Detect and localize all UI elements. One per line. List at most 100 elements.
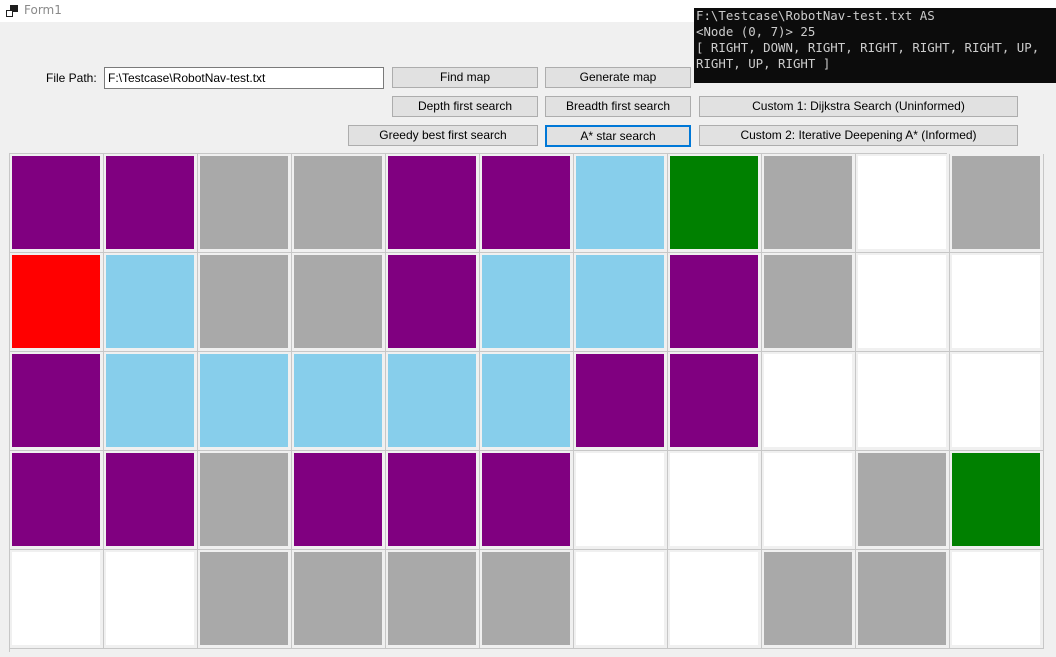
grid-cell-wall bbox=[480, 550, 574, 649]
grid-cell-fill bbox=[670, 156, 758, 249]
app-window-icon bbox=[6, 5, 18, 17]
grid-cell-explored bbox=[386, 451, 480, 550]
grid-cell-path bbox=[574, 154, 668, 253]
grid-cell-wall bbox=[762, 253, 856, 352]
grid-cell-fill bbox=[482, 453, 570, 546]
grid-cell-start bbox=[10, 253, 104, 352]
grid-cell-wall bbox=[198, 451, 292, 550]
grid-cell-empty bbox=[762, 451, 856, 550]
grid-cell-fill bbox=[670, 255, 758, 348]
grid-cell-fill bbox=[858, 552, 946, 645]
grid-cell-wall bbox=[386, 550, 480, 649]
grid-cell-fill bbox=[482, 552, 570, 645]
grid-cell-path bbox=[104, 352, 198, 451]
grid-cell-fill bbox=[952, 453, 1040, 546]
breadth-first-search-button[interactable]: Breadth first search bbox=[545, 96, 691, 117]
grid-cell-empty bbox=[574, 451, 668, 550]
grid-cell-empty bbox=[856, 253, 950, 352]
grid-cell-fill bbox=[106, 255, 194, 348]
grid-cell-explored bbox=[668, 352, 762, 451]
grid-cell-fill bbox=[764, 255, 852, 348]
grid-cell-fill bbox=[952, 354, 1040, 447]
grid-cell-empty bbox=[104, 550, 198, 649]
console-window: F:\Testcase\RobotNav-test.txt AS <Node (… bbox=[694, 8, 1056, 83]
grid-cell-wall bbox=[856, 550, 950, 649]
grid-cell-fill bbox=[858, 156, 946, 249]
grid-cell-fill bbox=[482, 156, 570, 249]
grid-cell-fill bbox=[670, 552, 758, 645]
grid-cell-fill bbox=[388, 453, 476, 546]
grid-cell-fill bbox=[858, 453, 946, 546]
grid-cell-empty bbox=[950, 352, 1044, 451]
grid-cell-explored bbox=[10, 451, 104, 550]
grid-cell-fill bbox=[576, 453, 664, 546]
greedy-best-first-search-button[interactable]: Greedy best first search bbox=[348, 125, 538, 146]
grid-cell-fill bbox=[12, 354, 100, 447]
grid-cell-fill bbox=[12, 156, 100, 249]
grid-cell-path bbox=[104, 253, 198, 352]
console-line: [ RIGHT, DOWN, RIGHT, RIGHT, RIGHT, RIGH… bbox=[696, 40, 1040, 55]
grid-cell-explored bbox=[104, 154, 198, 253]
grid-cell-fill bbox=[482, 255, 570, 348]
map-grid bbox=[9, 153, 1044, 652]
grid-cell-explored bbox=[104, 451, 198, 550]
grid-cell-fill bbox=[200, 255, 288, 348]
grid-cell-fill bbox=[388, 255, 476, 348]
grid-cell-path bbox=[574, 253, 668, 352]
grid-cell-fill bbox=[12, 255, 100, 348]
grid-cell-fill bbox=[764, 552, 852, 645]
grid-cell-explored bbox=[480, 451, 574, 550]
console-line: RIGHT, UP, RIGHT ] bbox=[696, 56, 831, 71]
grid-cell-empty bbox=[668, 550, 762, 649]
iterative-deepening-a-star-button[interactable]: Custom 2: Iterative Deepening A* (Inform… bbox=[699, 125, 1018, 146]
grid-cell-wall bbox=[198, 253, 292, 352]
grid-cell-explored bbox=[386, 154, 480, 253]
grid-cell-path bbox=[386, 352, 480, 451]
grid-cell-fill bbox=[12, 552, 100, 645]
grid-cell-explored bbox=[480, 154, 574, 253]
grid-cell-wall bbox=[856, 451, 950, 550]
grid-cell-fill bbox=[764, 354, 852, 447]
grid-cell-fill bbox=[106, 156, 194, 249]
depth-first-search-button[interactable]: Depth first search bbox=[392, 96, 538, 117]
grid-cell-fill bbox=[670, 354, 758, 447]
grid-cell-explored bbox=[10, 352, 104, 451]
grid-cell-fill bbox=[576, 156, 664, 249]
grid-cell-fill bbox=[388, 156, 476, 249]
grid-cell-fill bbox=[294, 354, 382, 447]
dijkstra-search-button[interactable]: Custom 1: Dijkstra Search (Uninformed) bbox=[699, 96, 1018, 117]
grid-cell-fill bbox=[200, 552, 288, 645]
a-star-search-button[interactable]: A* star search bbox=[545, 125, 691, 147]
grid-cell-empty bbox=[856, 154, 950, 253]
grid-cell-wall bbox=[198, 550, 292, 649]
file-path-label: File Path: bbox=[46, 71, 97, 85]
grid-cell-fill bbox=[764, 156, 852, 249]
grid-cell-fill bbox=[388, 552, 476, 645]
grid-cell-fill bbox=[858, 354, 946, 447]
grid-cell-fill bbox=[576, 255, 664, 348]
grid-cell-wall bbox=[292, 253, 386, 352]
grid-cell-explored bbox=[668, 253, 762, 352]
find-map-button[interactable]: Find map bbox=[392, 67, 538, 88]
grid-cell-fill bbox=[200, 354, 288, 447]
grid-cell-wall bbox=[198, 154, 292, 253]
window-title: Form1 bbox=[24, 3, 62, 17]
grid-cell-fill bbox=[482, 354, 570, 447]
generate-map-button[interactable]: Generate map bbox=[545, 67, 691, 88]
grid-cell-empty bbox=[10, 550, 104, 649]
grid-cell-wall bbox=[762, 550, 856, 649]
grid-cell-wall bbox=[292, 550, 386, 649]
file-path-input[interactable] bbox=[104, 67, 384, 89]
grid-cell-explored bbox=[574, 352, 668, 451]
grid-cell-fill bbox=[294, 453, 382, 546]
grid-cell-path bbox=[198, 352, 292, 451]
grid-cell-fill bbox=[294, 552, 382, 645]
grid-cell-explored bbox=[292, 451, 386, 550]
grid-cell-empty bbox=[668, 451, 762, 550]
grid-cell-fill bbox=[952, 255, 1040, 348]
grid-cell-goal bbox=[668, 154, 762, 253]
grid-cell-empty bbox=[762, 352, 856, 451]
grid-cell-empty bbox=[856, 352, 950, 451]
grid-cell-empty bbox=[950, 550, 1044, 649]
grid-cell-fill bbox=[106, 354, 194, 447]
